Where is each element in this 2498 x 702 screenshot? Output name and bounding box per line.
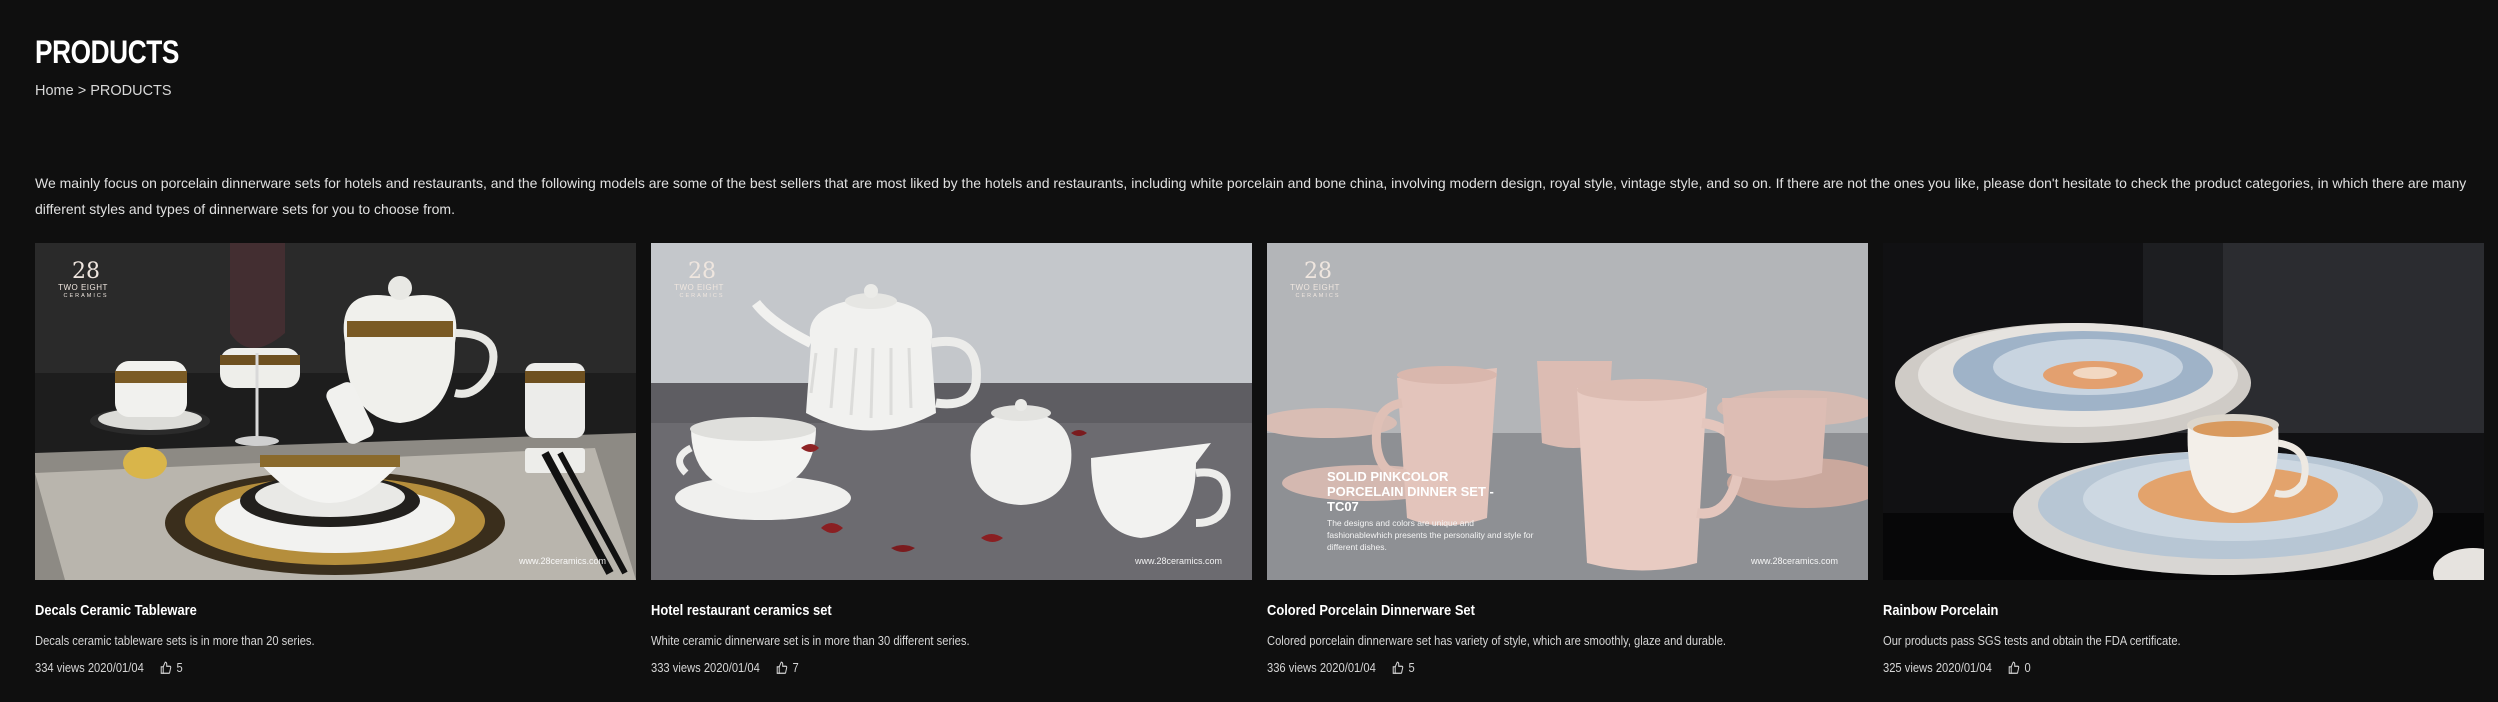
product-card[interactable]: Rainbow Porcelain Our products pass SGS … xyxy=(1883,243,2484,675)
like-count: 5 xyxy=(1408,660,1415,675)
post-date: 2020/01/04 xyxy=(1319,660,1376,675)
product-card[interactable]: 28 TWO EIGHT CERAMICS www.28ceramics.com… xyxy=(35,243,636,675)
product-image-rainbow[interactable] xyxy=(1883,243,2484,580)
breadcrumb-current: PRODUCTS xyxy=(90,83,172,99)
post-date: 2020/01/04 xyxy=(87,660,144,675)
breadcrumb-separator: > xyxy=(77,83,87,99)
thumbs-up-icon xyxy=(2008,661,2019,674)
thumbs-up-icon xyxy=(776,661,787,674)
thumbs-up-icon xyxy=(160,661,171,674)
like-count: 0 xyxy=(2024,660,2031,675)
brand-logo: 28 TWO EIGHT CERAMICS xyxy=(674,259,725,300)
breadcrumb: Home > PRODUCTS xyxy=(35,83,172,99)
product-meta: 336 views 2020/01/04 5 xyxy=(1267,660,1784,675)
like-button[interactable]: 5 xyxy=(159,660,183,675)
product-title[interactable]: Colored Porcelain Dinnerware Set xyxy=(1267,602,1784,619)
like-count: 5 xyxy=(176,660,183,675)
watermark-text: www.28ceramics.com xyxy=(518,556,606,566)
product-image-decals[interactable]: 28 TWO EIGHT CERAMICS www.28ceramics.com xyxy=(35,243,636,580)
post-date: 2020/01/04 xyxy=(1935,660,1992,675)
product-description: Colored porcelain dinnerware set has var… xyxy=(1267,633,1727,648)
views-count: 336 views xyxy=(1267,660,1317,675)
product-card[interactable]: 28 TWO EIGHT CERAMICS SOLID PINKCOLOR PO… xyxy=(1267,243,1868,675)
post-date: 2020/01/04 xyxy=(703,660,760,675)
like-button[interactable]: 5 xyxy=(1391,660,1415,675)
product-description: Our products pass SGS tests and obtain t… xyxy=(1883,633,2181,648)
views-count: 325 views xyxy=(1883,660,1933,675)
thumbs-up-icon xyxy=(1392,661,1403,674)
views-count: 333 views xyxy=(651,660,701,675)
product-meta: 334 views 2020/01/04 5 xyxy=(35,660,552,675)
product-description: White ceramic dinnerware set is in more … xyxy=(651,633,970,648)
watermark-text: www.28ceramics.com xyxy=(1750,556,1838,566)
intro-text: We mainly focus on porcelain dinnerware … xyxy=(35,175,2467,217)
like-button[interactable]: 7 xyxy=(775,660,799,675)
watermark-text: www.28ceramics.com xyxy=(1134,556,1222,566)
image-caption-body: The designs and colors are unique and fa… xyxy=(1327,518,1534,552)
like-count: 7 xyxy=(792,660,799,675)
page-title: PRODUCTS xyxy=(35,34,179,70)
product-image-colored[interactable]: 28 TWO EIGHT CERAMICS SOLID PINKCOLOR PO… xyxy=(1267,243,1868,580)
product-meta: 325 views 2020/01/04 0 xyxy=(1883,660,2400,675)
product-image-hotel[interactable]: 28 TWO EIGHT CERAMICS www.28ceramics.com xyxy=(651,243,1252,580)
product-description: Decals ceramic tableware sets is in more… xyxy=(35,633,315,648)
like-button[interactable]: 0 xyxy=(2007,660,2031,675)
product-title[interactable]: Hotel restaurant ceramics set xyxy=(651,602,1168,619)
product-card[interactable]: 28 TWO EIGHT CERAMICS www.28ceramics.com… xyxy=(651,243,1252,675)
product-meta: 333 views 2020/01/04 7 xyxy=(651,660,1168,675)
product-title[interactable]: Decals Ceramic Tableware xyxy=(35,602,552,619)
brand-logo: 28 TWO EIGHT CERAMICS xyxy=(58,259,109,300)
image-caption-title: SOLID PINKCOLOR PORCELAIN DINNER SET - T… xyxy=(1327,469,1494,514)
breadcrumb-home-link[interactable]: Home xyxy=(35,83,74,99)
brand-logo: 28 TWO EIGHT CERAMICS xyxy=(1290,259,1341,300)
views-count: 334 views xyxy=(35,660,85,675)
product-title[interactable]: Rainbow Porcelain xyxy=(1883,602,2400,619)
